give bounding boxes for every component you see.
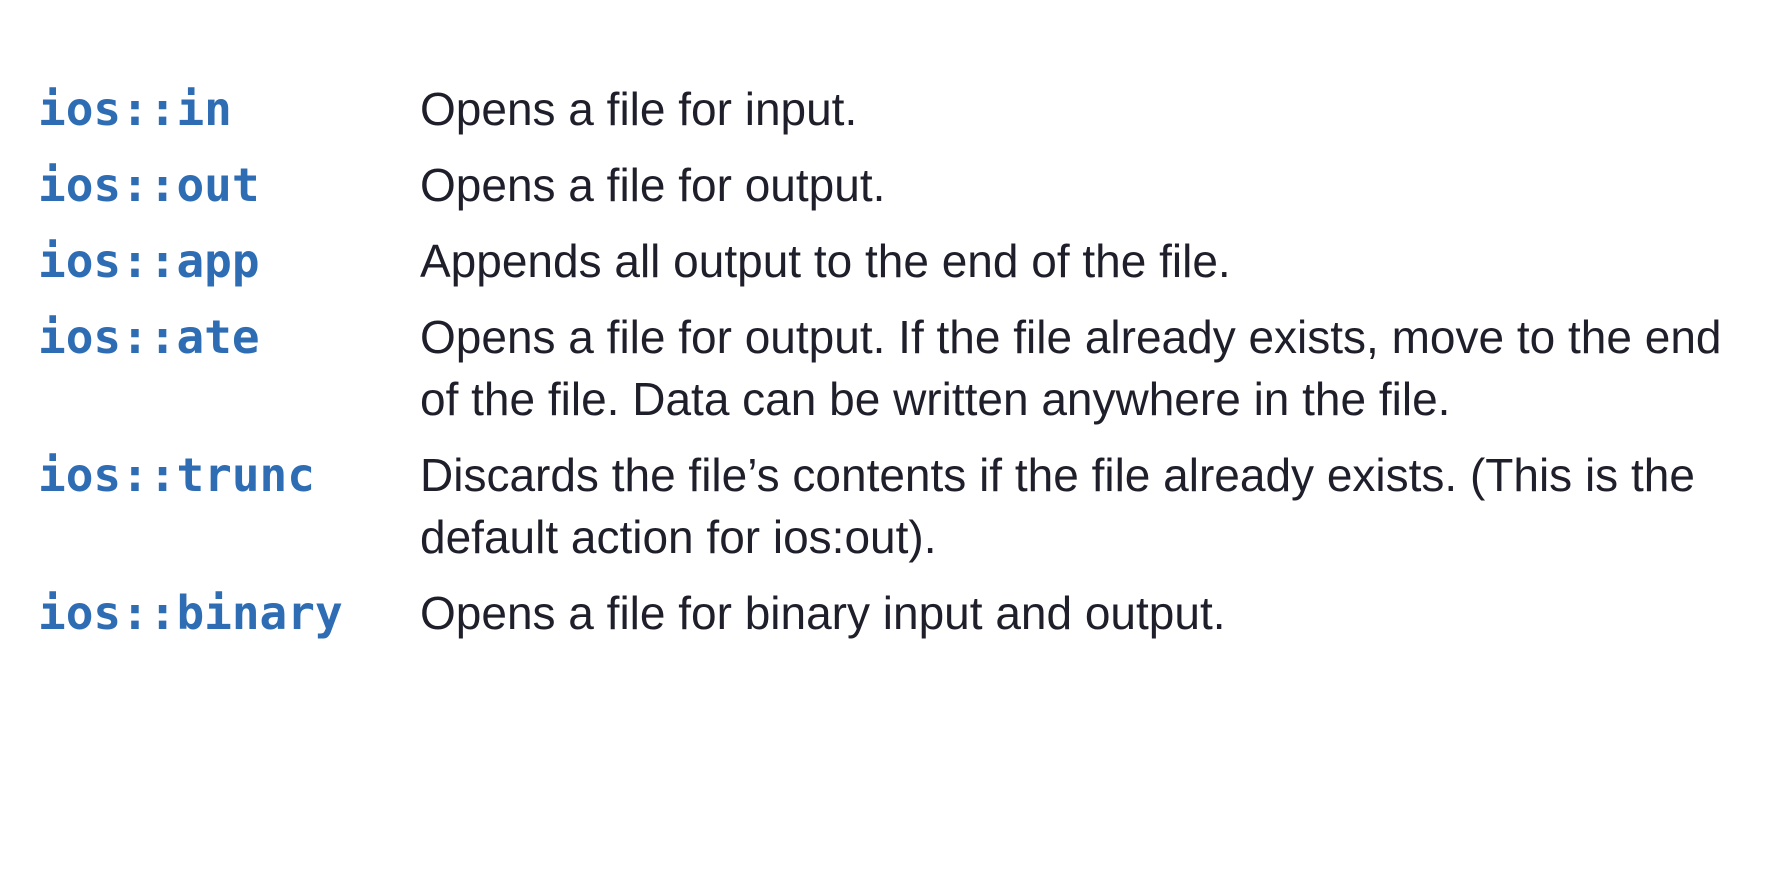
mode-row-app: ios::app Appends all output to the end o…: [38, 230, 1738, 306]
mode-row-trunc: ios::trunc Discards the file’s contents …: [38, 444, 1738, 582]
mode-name: ios::out: [38, 158, 260, 212]
mode-row-ate: ios::ate Opens a file for output. If the…: [38, 306, 1738, 444]
mode-row-binary: ios::binary Opens a file for binary inpu…: [38, 582, 1738, 658]
mode-description: Opens a file for output.: [420, 159, 886, 211]
mode-row-out: ios::out Opens a file for output.: [38, 154, 1738, 230]
mode-name: ios::binary: [38, 586, 343, 640]
mode-name: ios::trunc: [38, 448, 315, 502]
mode-name: ios::app: [38, 234, 260, 288]
mode-description: Opens a file for binary input and output…: [420, 587, 1226, 639]
mode-description: Opens a file for input.: [420, 83, 858, 135]
mode-name: ios::in: [38, 82, 232, 136]
mode-description: Appends all output to the end of the fil…: [420, 235, 1231, 287]
mode-name: ios::ate: [38, 310, 260, 364]
mode-description: Opens a file for output. If the file alr…: [420, 311, 1722, 425]
file-open-modes-table: ios::in Opens a file for input. ios::out…: [38, 78, 1738, 658]
mode-description: Discards the file’s contents if the file…: [420, 449, 1695, 563]
mode-row-in: ios::in Opens a file for input.: [38, 78, 1738, 154]
